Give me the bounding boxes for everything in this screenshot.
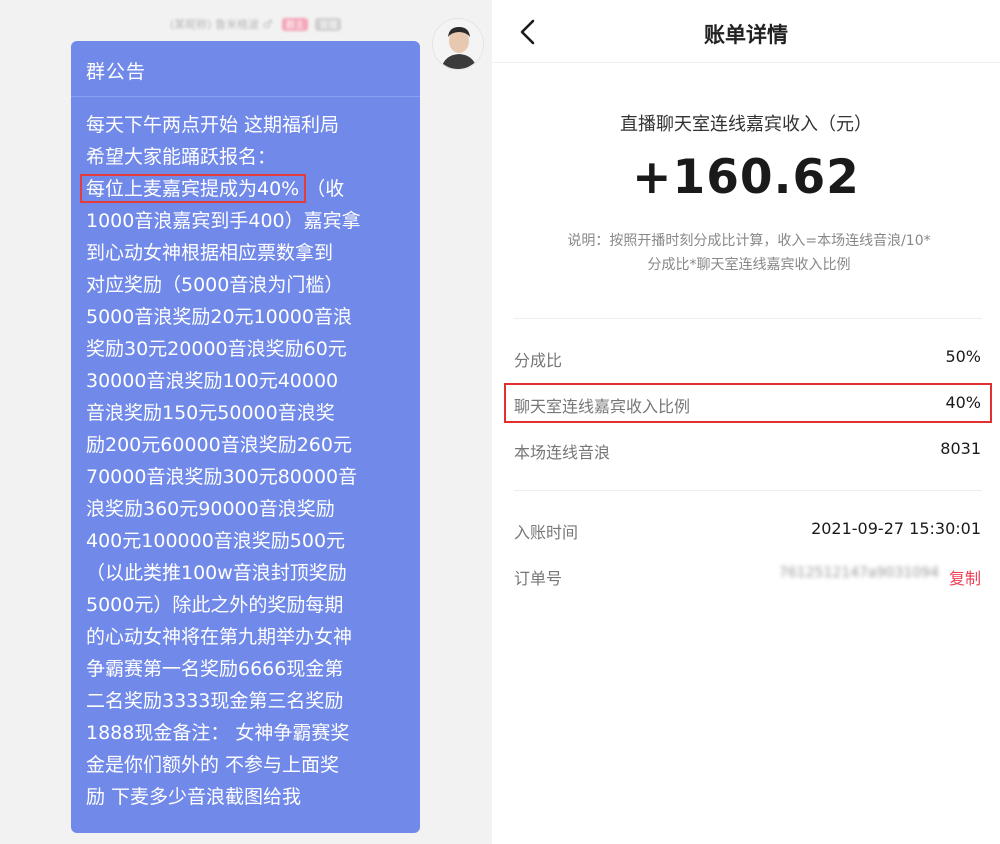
- announcement-line: 争霸赛第一名奖励6666现金第: [86, 658, 344, 680]
- announcement-line: 音浪奖励150元50000音浪奖: [86, 402, 335, 424]
- avatar[interactable]: [432, 18, 484, 70]
- copy-button[interactable]: 复制: [949, 565, 981, 589]
- announcement-line: 30000音浪奖励100元40000: [86, 370, 339, 392]
- announcement-line: 1888现金备注： 女神争霸赛奖: [86, 722, 350, 744]
- announcement-line: 到心动女神根据相应票数拿到: [86, 242, 334, 264]
- announcement-line: 70000音浪奖励300元80000音: [86, 466, 358, 488]
- page-title: 账单详情: [704, 23, 788, 47]
- announcement-line: 5000音浪奖励20元10000音浪: [86, 306, 352, 328]
- announcement-line: 励200元60000音浪奖励260元: [86, 434, 352, 456]
- detail-row-credit-time: 入账时间 2021-09-27 15:30:01: [514, 515, 981, 545]
- announcement-line: 的心动女神将在第九期举办女神: [86, 626, 353, 648]
- announcement-line: 励 下麦多少音浪截图给我: [86, 786, 302, 808]
- announcement-line: 每位上麦嘉宾提成为40% （收: [80, 173, 406, 205]
- announcement-line: 二名奖励3333现金第三名奖励: [86, 690, 344, 712]
- description-line: 分成比*聊天室连线嘉宾收入比例: [647, 257, 851, 273]
- income-label: 直播聊天室连线嘉宾收入（元）: [620, 114, 872, 135]
- detail-row-sound-waves: 本场连线音浪 8031: [514, 435, 981, 465]
- announcement-line: 每天下午两点开始 这期福利局: [86, 114, 340, 136]
- announcement-line: 5000元）除此之外的奖励每期: [86, 594, 344, 616]
- divider: [514, 318, 982, 319]
- announcement-line: 奖励30元20000音浪奖励60元: [86, 338, 347, 360]
- highlight-box: [504, 383, 992, 423]
- divider: [514, 490, 982, 491]
- detail-label: 本场连线音浪: [514, 443, 611, 462]
- sender-meta: (某昵称) 鲁米格波 ♂ 群主 管理: [170, 16, 420, 32]
- income-amount: +160.62: [632, 150, 860, 205]
- announcement-line: 希望大家能踊跃报名：: [86, 146, 277, 168]
- detail-label: 分成比: [514, 351, 563, 370]
- user-avatar-icon: [433, 19, 483, 69]
- detail-value: 8031: [940, 439, 981, 458]
- announcement-line-tail: （收: [306, 178, 345, 200]
- detail-label: 入账时间: [514, 523, 579, 542]
- sender-tag-admin: 管理: [315, 18, 342, 31]
- sender-tag-owner: 群主: [281, 18, 308, 31]
- announcement-line: 浪奖励360元90000音浪奖励: [86, 498, 335, 520]
- detail-value: 50%: [945, 347, 981, 366]
- announcement-line: 金是你们额外的 不参与上面奖: [86, 754, 340, 776]
- announcement-line: 400元100000音浪奖励500元: [86, 530, 346, 552]
- sender-name: (某昵称) 鲁米格波 ♂: [170, 18, 273, 31]
- order-number-value: 7612512147a9031094: [778, 565, 939, 581]
- announcement-line: （以此类推100w音浪封顶奖励: [86, 562, 347, 584]
- announcement-bubble[interactable]: 群公告 每天下午两点开始 这期福利局 希望大家能踊跃报名： 每位上麦嘉宾提成为4…: [71, 41, 420, 833]
- announcement-line: 1000音浪嘉宾到手400）嘉宾拿: [86, 210, 361, 232]
- highlighted-commission-text: 每位上麦嘉宾提成为40%: [80, 174, 307, 203]
- navbar: 账单详情: [492, 0, 1000, 63]
- detail-row-order-number: 订单号 7612512147a9031094 复制: [514, 561, 981, 591]
- description-line: 说明：按照开播时刻分成比计算，收入=本场连线音浪/10*: [567, 233, 931, 249]
- detail-row-share-ratio: 分成比 50%: [514, 343, 981, 373]
- announcement-body: 每天下午两点开始 这期福利局 希望大家能踊跃报名： 每位上麦嘉宾提成为40% （收…: [71, 97, 406, 813]
- income-description: 说明：按照开播时刻分成比计算，收入=本场连线音浪/10* 分成比*聊天室连线嘉宾…: [514, 229, 984, 277]
- chat-panel: (某昵称) 鲁米格波 ♂ 群主 管理 群公告 每天下午两点开始 这期福利局 希望…: [0, 0, 492, 844]
- detail-label: 订单号: [514, 569, 563, 588]
- announcement-line: 对应奖励（5000音浪为门槛）: [86, 274, 344, 296]
- announcement-title: 群公告: [71, 41, 420, 97]
- detail-value: 2021-09-27 15:30:01: [811, 519, 981, 538]
